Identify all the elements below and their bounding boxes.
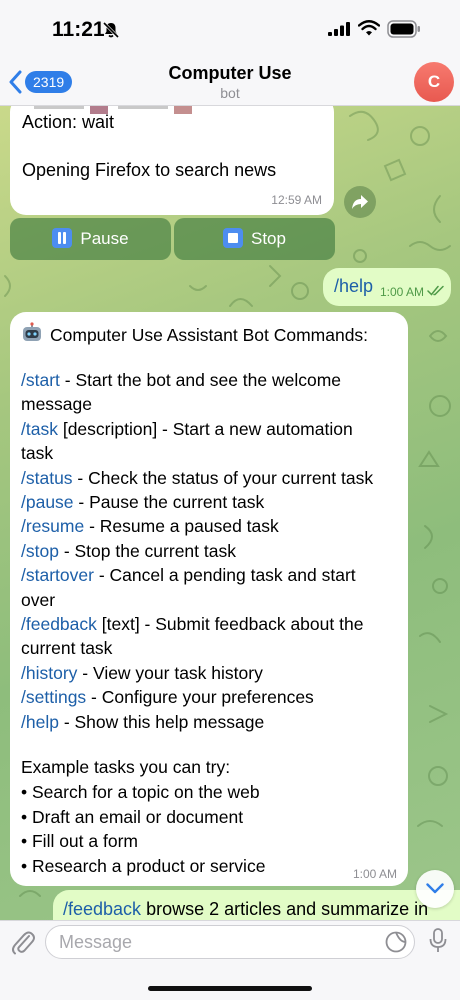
command-link[interactable]: /history — [21, 663, 77, 683]
example-item: • Research a product or service — [21, 855, 266, 876]
mic-icon[interactable] — [428, 928, 448, 954]
command-link[interactable]: /task — [21, 419, 58, 439]
command-description: - Configure your preferences — [86, 687, 314, 708]
command-description: - View your task history — [77, 662, 263, 683]
stop-icon — [223, 228, 243, 248]
message-composer — [0, 920, 460, 1000]
command-description: [description] - Start a new automation — [57, 418, 353, 439]
chat-subtitle: bot — [220, 85, 240, 101]
command-link[interactable]: /feedback — [63, 899, 141, 919]
help-heading: Computer Use Assistant Bot Commands: — [21, 322, 368, 346]
message-feedback-command[interactable]: /feedback browse 2 articles and summariz… — [53, 890, 460, 920]
status-bar: 11:21 — [0, 0, 460, 58]
command-line: message — [21, 394, 92, 415]
command-link[interactable]: /status — [21, 468, 73, 488]
pause-icon — [52, 228, 73, 248]
command-line: over — [21, 590, 55, 611]
command-description: - Stop the current task — [58, 540, 236, 561]
pause-label: Pause — [80, 229, 129, 248]
command-line: /start - Start the bot and see the welco… — [21, 370, 341, 391]
command-line: current task — [21, 638, 112, 659]
command-link[interactable]: /startover — [21, 565, 94, 585]
stop-label: Stop — [251, 229, 286, 248]
command-line: /pause - Pause the current task — [21, 492, 264, 513]
example-item: • Fill out a form — [21, 831, 138, 851]
command-description: message — [21, 394, 93, 415]
command-description: [text] - Submit feedback about the — [96, 614, 364, 634]
sticker-icon[interactable] — [385, 931, 407, 953]
command-link[interactable]: /start — [21, 370, 60, 390]
command-description: - Start the bot and see the welcome — [59, 370, 342, 390]
command-line: /status - Check the status of your curre… — [21, 468, 373, 489]
command-description: - Show this help message — [58, 711, 265, 732]
chevron-down-icon — [426, 883, 444, 894]
message-input[interactable] — [45, 925, 415, 959]
command-line: task — [21, 443, 53, 464]
status-time: 11:21 — [52, 18, 105, 41]
avatar[interactable]: C — [414, 62, 454, 102]
examples-heading: Example tasks you can try: — [21, 757, 231, 777]
command-line: /resume - Resume a paused task — [21, 516, 279, 537]
help-heading-text: Computer Use Assistant Bot Commands: — [50, 325, 369, 345]
command-description: - Resume a paused task — [84, 516, 279, 537]
command-line: /stop - Stop the current task — [21, 541, 236, 562]
forward-button[interactable] — [344, 186, 376, 218]
example-item: • Draft an email or document — [21, 806, 244, 827]
chat-header: 2319 Computer Use bot C — [0, 58, 460, 106]
action-text: Action: wait — [22, 112, 115, 132]
example-item: • Search for a topic on the web — [21, 782, 260, 802]
command-link[interactable]: /help — [334, 276, 373, 297]
command-line: /feedback [text] - Submit feedback about… — [21, 614, 363, 635]
command-description: - Cancel a pending task and start — [93, 565, 356, 586]
command-line: /settings - Configure your preferences — [21, 687, 314, 708]
message-action[interactable]: Action: wait Opening Firefox to search n… — [10, 106, 334, 215]
chat-area[interactable]: Action: wait Opening Firefox to search n… — [0, 106, 460, 920]
scroll-to-bottom-button[interactable] — [416, 870, 454, 908]
message-text: Opening Firefox to search news — [22, 160, 277, 180]
command-line: /help - Show this help message — [21, 712, 264, 733]
command-description: current task — [21, 638, 113, 659]
command-link[interactable]: /help — [21, 712, 59, 732]
command-line: /startover - Cancel a pending task and s… — [21, 565, 356, 586]
message-time: 1:00 AM — [380, 285, 425, 299]
wifi-icon — [358, 20, 380, 36]
pause-button[interactable]: Pause — [10, 218, 171, 260]
message-help-command[interactable]: /help 1:00 AM — [323, 268, 451, 306]
battery-icon — [387, 20, 420, 38]
command-description: over — [21, 589, 56, 610]
message-help-reply[interactable]: Computer Use Assistant Bot Commands: /st… — [10, 312, 408, 886]
forward-icon — [352, 195, 368, 209]
home-indicator — [148, 986, 312, 991]
chat-title[interactable]: Computer Use — [0, 63, 460, 84]
command-link[interactable]: /feedback — [21, 614, 97, 634]
message-time: 12:59 AM — [271, 193, 322, 207]
message-time: 1:00 AM — [352, 867, 397, 881]
command-line: /history - View your task history — [21, 663, 263, 684]
command-link[interactable]: /settings — [21, 687, 86, 707]
signal-icon — [328, 22, 350, 36]
bell-slash-icon — [102, 21, 120, 39]
robot-icon — [23, 322, 41, 341]
read-checks-icon — [427, 285, 444, 296]
message-text: /feedback browse 2 articles and summariz… — [63, 899, 428, 920]
command-link[interactable]: /stop — [21, 541, 59, 561]
command-description: - Pause the current task — [73, 492, 265, 512]
attach-icon[interactable] — [10, 927, 36, 957]
stop-button[interactable]: Stop — [174, 218, 335, 260]
feedback-text: browse 2 articles and summarize in — [141, 899, 429, 919]
command-line: /task [description] - Start a new automa… — [21, 419, 353, 440]
command-link[interactable]: /pause — [21, 492, 74, 512]
command-description: task — [21, 443, 54, 464]
command-link[interactable]: /resume — [21, 516, 84, 536]
command-description: - Check the status of your current task — [72, 467, 374, 488]
